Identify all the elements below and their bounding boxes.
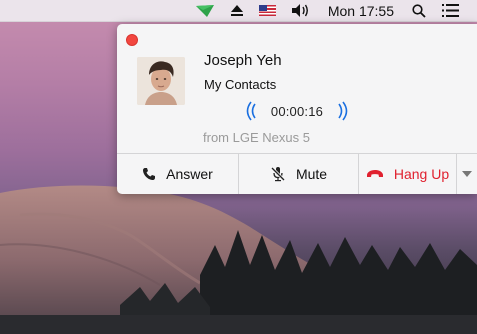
sound-wave-left-icon <box>246 101 256 121</box>
search-icon[interactable] <box>404 0 434 22</box>
pushbullet-icon[interactable] <box>187 0 223 22</box>
answer-label: Answer <box>166 166 213 182</box>
call-source: from LGE Nexus 5 <box>203 130 310 145</box>
eject-icon[interactable] <box>223 0 251 22</box>
hang-up-label: Hang Up <box>393 166 450 182</box>
desktop-wallpaper <box>0 185 477 334</box>
caller-group: My Contacts <box>204 77 277 92</box>
chevron-down-icon <box>462 171 472 177</box>
hang-up-button[interactable]: Hang Up <box>358 154 456 194</box>
menu-clock[interactable]: Mon 17:55 <box>318 0 404 22</box>
volume-icon[interactable] <box>284 0 318 22</box>
sound-wave-right-icon <box>338 101 348 121</box>
close-button[interactable] <box>126 34 138 46</box>
menu-bar: Mon 17:55 <box>0 0 477 22</box>
call-notification: Joseph Yeh My Contacts 00:00:16 from LGE… <box>117 24 477 194</box>
call-duration: 00:00:16 <box>270 103 324 119</box>
microphone-muted-icon <box>270 166 285 182</box>
mute-button[interactable]: Mute <box>238 154 358 194</box>
caller-avatar <box>137 57 185 105</box>
mute-label: Mute <box>295 166 328 182</box>
call-actions: Answer Mute Hang Up <box>117 153 477 194</box>
input-source-flag-icon[interactable] <box>251 0 284 22</box>
answer-button[interactable]: Answer <box>117 154 238 194</box>
more-options-button[interactable] <box>456 154 477 194</box>
list-icon[interactable] <box>434 0 467 22</box>
hang-up-phone-icon <box>366 170 383 177</box>
call-timer-row: 00:00:16 <box>244 100 350 122</box>
phone-icon <box>143 168 156 180</box>
caller-name: Joseph Yeh <box>204 52 282 69</box>
